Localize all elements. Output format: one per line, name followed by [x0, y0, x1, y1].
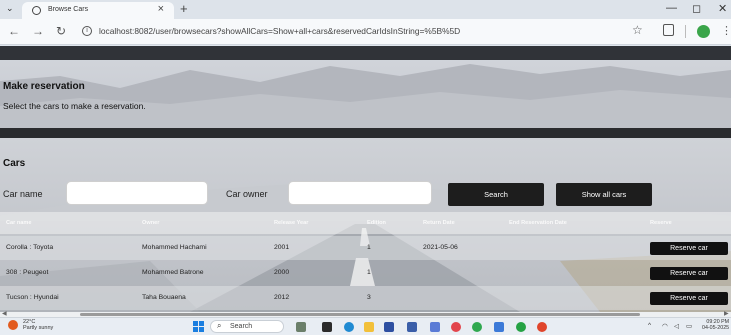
cell-return-date: 2021-05-06	[423, 244, 458, 251]
taskbar-search[interactable]: ⌕ Search	[210, 320, 284, 333]
start-icon[interactable]	[193, 321, 204, 332]
column-header-owner: Owner	[142, 220, 160, 226]
app-icon[interactable]	[494, 322, 504, 332]
scroll-left-icon[interactable]: ◀	[2, 310, 7, 317]
maximize-icon[interactable]: ◻	[692, 2, 701, 15]
toolbar-divider	[685, 25, 686, 38]
store-icon[interactable]	[384, 322, 394, 332]
cell-car-name: 308 : Peugeot	[6, 269, 49, 276]
cell-car-name: Tucson : Hyundai	[6, 294, 59, 301]
scroll-right-icon[interactable]: ▶	[724, 310, 729, 317]
clock[interactable]: 09:20 PM 04-05-2025	[702, 319, 729, 331]
column-header-return-date: Return Date	[423, 220, 455, 226]
show-all-cars-button[interactable]: Show all cars	[556, 183, 652, 206]
app-icon[interactable]	[451, 322, 461, 332]
page-viewport: Make reservation Select the cars to make…	[0, 46, 731, 312]
tab-list-icon[interactable]: ⌄	[6, 3, 14, 14]
reserve-car-button[interactable]: Reserve car	[650, 267, 728, 280]
column-header-release-year: Release Year	[274, 220, 309, 226]
column-header-edition: Edition	[367, 220, 386, 226]
app-icon[interactable]	[430, 322, 440, 332]
car-owner-label: Car owner	[226, 189, 268, 199]
back-icon[interactable]: ←	[8, 24, 20, 38]
car-name-label: Car name	[3, 189, 43, 199]
address-bar: ← → ↻ i localhost:8082/user/browsecars?s…	[0, 19, 731, 45]
cell-owner: Mohammed Batrone	[142, 269, 204, 276]
widgets-icon[interactable]	[296, 322, 306, 332]
weather-widget[interactable]: 22°C Partly sunny	[23, 319, 53, 331]
clock-date: 04-05-2025	[702, 325, 730, 331]
cell-edition: 1	[367, 244, 371, 251]
browser-tab-bar: ⌄ Browse Cars × + — ◻ ✕	[0, 0, 731, 19]
new-tab-icon[interactable]: +	[180, 1, 188, 16]
search-icon: ⌕	[217, 321, 222, 330]
favicon-icon	[32, 6, 41, 15]
app-icon[interactable]	[407, 322, 417, 332]
whatsapp-icon[interactable]	[516, 322, 526, 332]
column-header-reserve: Reserve	[650, 220, 672, 226]
taskbar: 22°C Partly sunny ⌕ Search ^ ◠ ◁ ▭ 09:20…	[0, 317, 731, 335]
car-name-input[interactable]	[66, 181, 208, 205]
cell-release-year: 2000	[274, 269, 290, 276]
cell-owner: Mohammed Hachami	[142, 244, 207, 251]
battery-icon[interactable]: ▭	[686, 322, 692, 330]
chrome-icon[interactable]	[537, 322, 547, 332]
cell-car-name: Corolla : Toyota	[6, 244, 54, 251]
table-row: Tucson : Hyundai Taha Bouaena 2012 3 Res…	[0, 286, 731, 310]
profile-icon[interactable]	[697, 25, 710, 38]
scrollbar-thumb[interactable]	[80, 313, 640, 316]
column-header-car-name: Car name	[6, 220, 32, 226]
reserve-car-button[interactable]: Reserve car	[650, 292, 728, 305]
browser-tab[interactable]: Browse Cars ×	[22, 2, 174, 19]
reload-icon[interactable]: ↻	[56, 24, 66, 38]
table-row: Corolla : Toyota Mohammed Hachami 2001 1…	[0, 236, 731, 260]
weather-icon[interactable]	[8, 320, 18, 330]
reservation-title: Make reservation	[3, 81, 85, 92]
reserve-car-button[interactable]: Reserve car	[650, 242, 728, 255]
close-icon[interactable]: ×	[158, 3, 164, 15]
edge-icon[interactable]	[344, 322, 354, 332]
cell-edition: 3	[367, 294, 371, 301]
table-row: 308 : Peugeot Mohammed Batrone 2000 1 Re…	[0, 261, 731, 285]
weather-description: Partly sunny	[23, 325, 54, 331]
tray-chevron-icon[interactable]: ^	[648, 322, 651, 329]
wifi-icon[interactable]: ◠	[662, 322, 668, 330]
task-view-icon[interactable]	[322, 322, 332, 332]
url-field[interactable]: localhost:8082/user/browsecars?showAllCa…	[99, 26, 460, 36]
search-button[interactable]: Search	[448, 183, 544, 206]
column-header-end-reservation-date: End Reservation Date	[509, 220, 567, 226]
cars-title: Cars	[3, 158, 26, 169]
bookmark-star-icon[interactable]: ☆	[632, 23, 643, 37]
minimize-icon[interactable]: —	[666, 2, 677, 14]
window-close-icon[interactable]: ✕	[718, 2, 727, 15]
file-explorer-icon[interactable]	[364, 322, 374, 332]
cell-release-year: 2001	[274, 244, 290, 251]
volume-icon[interactable]: ◁	[674, 322, 679, 330]
table-header: Car name Owner Release Year Edition Retu…	[0, 212, 731, 234]
menu-icon[interactable]: ⋮	[721, 24, 731, 37]
taskbar-search-label: Search	[230, 323, 253, 330]
reservation-subtitle: Select the cars to make a reservation.	[3, 101, 146, 111]
tab-title: Browse Cars	[48, 6, 89, 13]
site-info-icon[interactable]: i	[82, 26, 92, 36]
cell-release-year: 2012	[274, 294, 290, 301]
cell-edition: 1	[367, 269, 371, 276]
cell-owner: Taha Bouaena	[142, 294, 186, 301]
extensions-icon[interactable]	[663, 24, 674, 36]
app-icon[interactable]	[472, 322, 482, 332]
forward-icon[interactable]: →	[32, 24, 44, 38]
car-owner-input[interactable]	[288, 181, 432, 205]
